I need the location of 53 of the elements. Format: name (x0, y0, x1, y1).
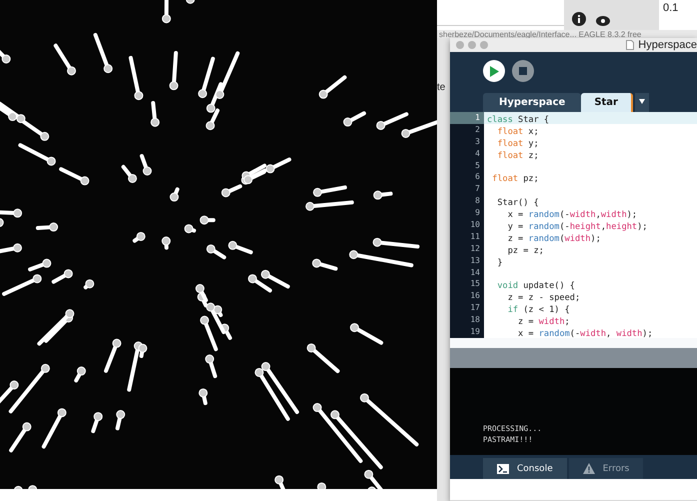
window-title: Hyperspace (638, 39, 697, 51)
line-number: 18 (470, 314, 480, 326)
editor-tab[interactable]: Hyperspace (483, 93, 582, 112)
code-line: z = z - speed; (506, 293, 580, 304)
eye-icon[interactable] (596, 16, 610, 26)
line-number: 11 (470, 230, 480, 243)
code-line: Star() { (496, 198, 539, 208)
line-number: 3 (475, 136, 480, 148)
line-number: 10 (470, 219, 480, 231)
line-number: 4 (475, 148, 480, 160)
code-line: pz = z; (506, 246, 544, 256)
warning-icon (582, 463, 595, 474)
line-number: 2 (475, 124, 480, 136)
code-line: z = random(width); (506, 234, 601, 244)
info-icon[interactable] (572, 12, 586, 26)
line-number: 6 (475, 171, 480, 184)
editor-tab[interactable]: Star (581, 93, 633, 112)
code-line: if (z < 1) { (506, 305, 570, 316)
line-number: 9 (475, 207, 480, 220)
code-line: float y; (496, 138, 539, 149)
stop-icon (519, 67, 527, 75)
line-number: 1 (475, 112, 480, 124)
line-number: 5 (475, 160, 480, 172)
line-number: 15 (470, 278, 480, 290)
code-line: x = random(-width, width); (517, 329, 653, 340)
tab-menu-button[interactable] (635, 93, 649, 112)
run-button[interactable] (483, 60, 505, 82)
panel-tab[interactable]: Errors (568, 458, 644, 479)
stop-button[interactable] (512, 60, 534, 82)
code-line: y = random(-height,height); (506, 222, 648, 232)
line-number: 12 (470, 242, 480, 255)
play-icon (489, 66, 499, 76)
line-number: 19 (470, 326, 480, 338)
code-line: float z; (496, 150, 539, 161)
side-label: te (437, 82, 446, 93)
code-line: float x; (496, 126, 539, 137)
line-number: 16 (470, 290, 480, 302)
code-line: z = width; (517, 317, 570, 328)
line-number: 14 (470, 266, 480, 278)
code-line: } (496, 258, 503, 268)
code-line: float pz; (491, 174, 539, 184)
line-number: 13 (470, 254, 480, 267)
window-path-title: sherbeze/Documents/eagle/Interface... EAGLE 8.3.2 free (439, 30, 642, 38)
terminal-icon (497, 464, 509, 474)
document-icon (626, 40, 634, 50)
code-line: x = random(-width,width); (506, 210, 638, 220)
line-number: 7 (475, 183, 480, 196)
line-number: 8 (475, 195, 480, 208)
panel-tab[interactable]: Console (483, 458, 567, 479)
code-line: class Star { (487, 115, 550, 125)
code-line: void update() { (496, 281, 575, 292)
line-number: 17 (470, 302, 480, 314)
caret-icon (639, 99, 645, 104)
